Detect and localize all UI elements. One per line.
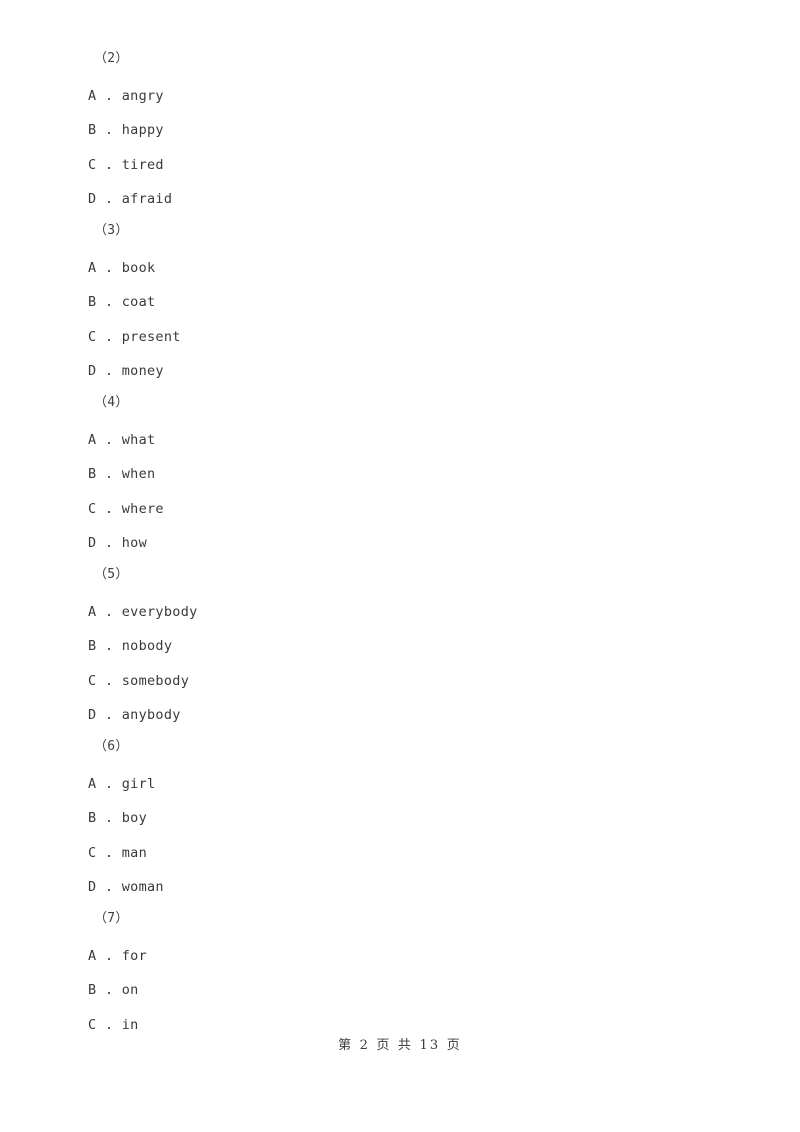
answer-option: D . money [88, 363, 164, 379]
answer-option: B . coat [88, 294, 156, 310]
answer-option: A . what [88, 432, 156, 448]
answer-option: D . anybody [88, 707, 181, 723]
answer-option: C . in [88, 1017, 139, 1033]
answer-option: D . woman [88, 879, 164, 895]
question-number: （6） [94, 739, 129, 754]
question-number: （5） [94, 567, 129, 582]
question-number: （2） [94, 51, 129, 66]
answer-option: A . girl [88, 776, 156, 792]
answer-option: B . when [88, 466, 156, 482]
answer-option: A . angry [88, 88, 164, 104]
answer-option: B . on [88, 982, 139, 998]
answer-option: A . for [88, 948, 147, 964]
page-footer: 第 2 页 共 13 页 [338, 1038, 462, 1053]
answer-option: A . book [88, 260, 156, 276]
answer-option: B . boy [88, 810, 147, 826]
answer-option: A . everybody [88, 604, 198, 620]
answer-option: B . nobody [88, 638, 173, 654]
answer-option: C . man [88, 845, 147, 861]
answer-option: C . somebody [88, 673, 190, 689]
question-number: （7） [94, 911, 129, 926]
question-number: （3） [94, 223, 129, 238]
answer-option: C . present [88, 329, 181, 345]
answer-option: D . how [88, 535, 147, 551]
answer-option: B . happy [88, 122, 164, 138]
answer-option: D . afraid [88, 191, 173, 207]
question-number: （4） [94, 395, 129, 410]
answer-option: C . where [88, 501, 164, 517]
document-page: （2） A . angry B . happy C . tired D . afraid… [0, 0, 800, 1132]
answer-option: C . tired [88, 157, 164, 173]
